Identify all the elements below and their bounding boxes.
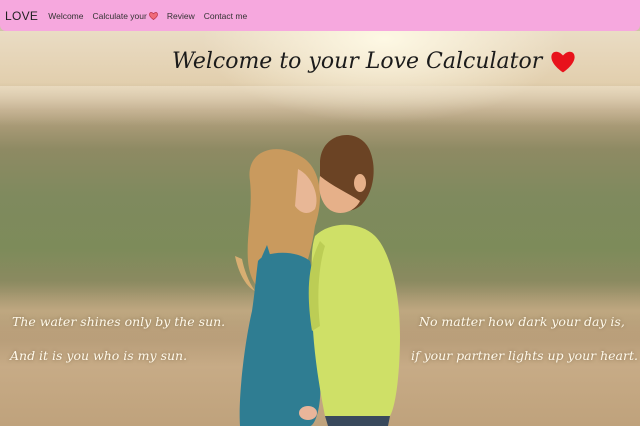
nav-link-contact[interactable]: Contact me — [204, 11, 247, 21]
verse-left-line-2: And it is you who is my sun. — [10, 348, 188, 363]
nav-link-review[interactable]: Review — [167, 11, 195, 21]
nav-link-welcome[interactable]: Welcome — [48, 11, 83, 21]
verse-right-line-2: if your partner lights up your heart. — [411, 348, 638, 363]
verse-right-line-1: No matter how dark your day is, — [419, 314, 625, 329]
page-title: Welcome to your Love Calculator — [172, 49, 576, 74]
nav-link-calculate[interactable]: Calculate your — [93, 11, 158, 21]
kissing-children-image — [235, 134, 400, 426]
heart-icon — [149, 11, 158, 20]
heart-icon — [551, 51, 575, 72]
hero-section: Welcome to your Love Calculator The wate… — [0, 31, 640, 426]
brand-logo[interactable]: LOVE — [5, 9, 38, 23]
verse-left-line-1: The water shines only by the sun. — [12, 314, 226, 329]
top-navbar: LOVE Welcome Calculate your Review Conta… — [0, 0, 640, 31]
horizon-haze — [0, 86, 640, 126]
